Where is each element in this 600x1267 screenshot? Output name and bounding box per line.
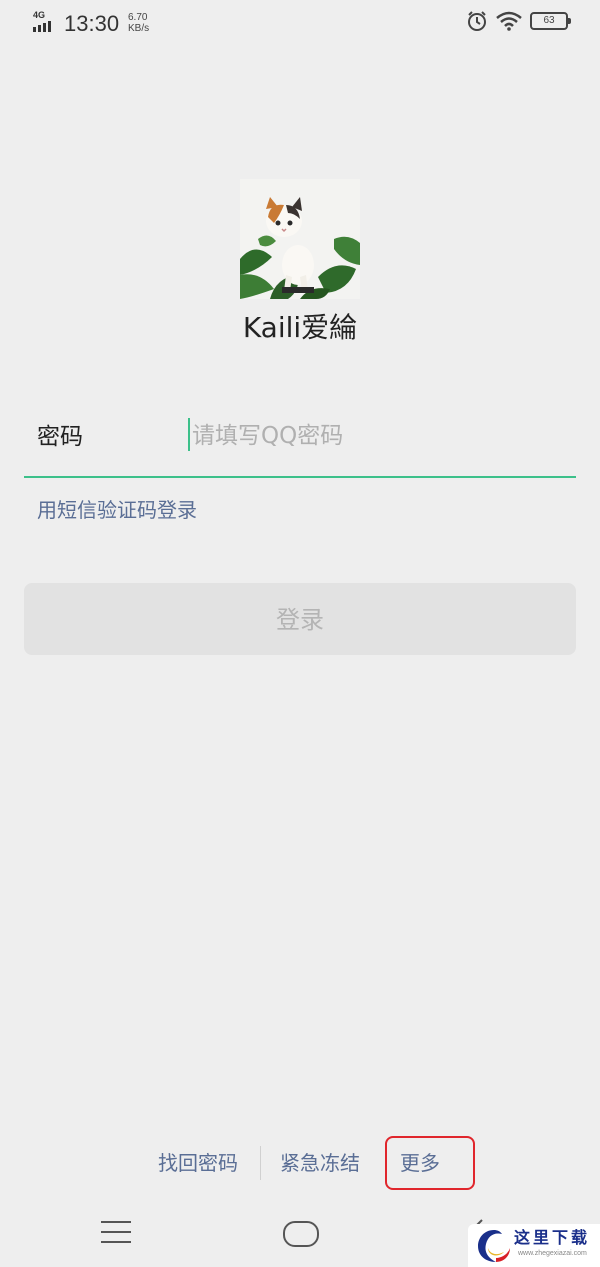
sms-login-link[interactable]: 用短信验证码登录 bbox=[37, 495, 197, 525]
wifi-icon bbox=[496, 11, 522, 31]
battery-level: 63 bbox=[543, 15, 555, 26]
login-button[interactable]: 登录 bbox=[24, 583, 576, 655]
signal-icon: 4G bbox=[33, 10, 59, 32]
bottom-links: 找回密码 紧急冻结 更多 bbox=[0, 1136, 600, 1190]
watermark-logo-icon bbox=[478, 1230, 510, 1262]
status-bar: 4G 13:30 6.70 KB/s 63 bbox=[0, 0, 600, 46]
status-icons: 63 bbox=[466, 10, 571, 32]
password-label: 密码 bbox=[37, 424, 83, 450]
link-divider bbox=[260, 1146, 261, 1180]
battery-icon: 63 bbox=[530, 12, 571, 30]
watermark-text: 这里下载 bbox=[514, 1228, 591, 1247]
network-type: 4G bbox=[33, 10, 46, 20]
avatar[interactable] bbox=[240, 179, 360, 299]
net-speed-value: 6.70 bbox=[128, 12, 148, 23]
password-input[interactable] bbox=[188, 416, 562, 456]
net-speed: 6.70 KB/s bbox=[128, 12, 149, 34]
find-password-link[interactable]: 找回密码 bbox=[158, 1148, 238, 1178]
alarm-icon bbox=[468, 11, 486, 31]
status-time: 13:30 bbox=[64, 11, 120, 36]
username: Kaili爱綸 bbox=[242, 311, 358, 344]
home-icon[interactable] bbox=[283, 1221, 319, 1247]
password-row: 密码 bbox=[24, 400, 576, 478]
more-link[interactable]: 更多 bbox=[400, 1148, 440, 1178]
net-speed-unit: KB/s bbox=[128, 23, 150, 34]
emergency-freeze-link[interactable]: 紧急冻结 bbox=[280, 1148, 360, 1178]
watermark-url: www.zhegexiazai.com bbox=[518, 1250, 587, 1257]
watermark: 这里下载 www.zhegexiazai.com bbox=[468, 1224, 600, 1267]
avatar-image bbox=[240, 179, 360, 299]
menu-icon[interactable] bbox=[101, 1221, 131, 1245]
